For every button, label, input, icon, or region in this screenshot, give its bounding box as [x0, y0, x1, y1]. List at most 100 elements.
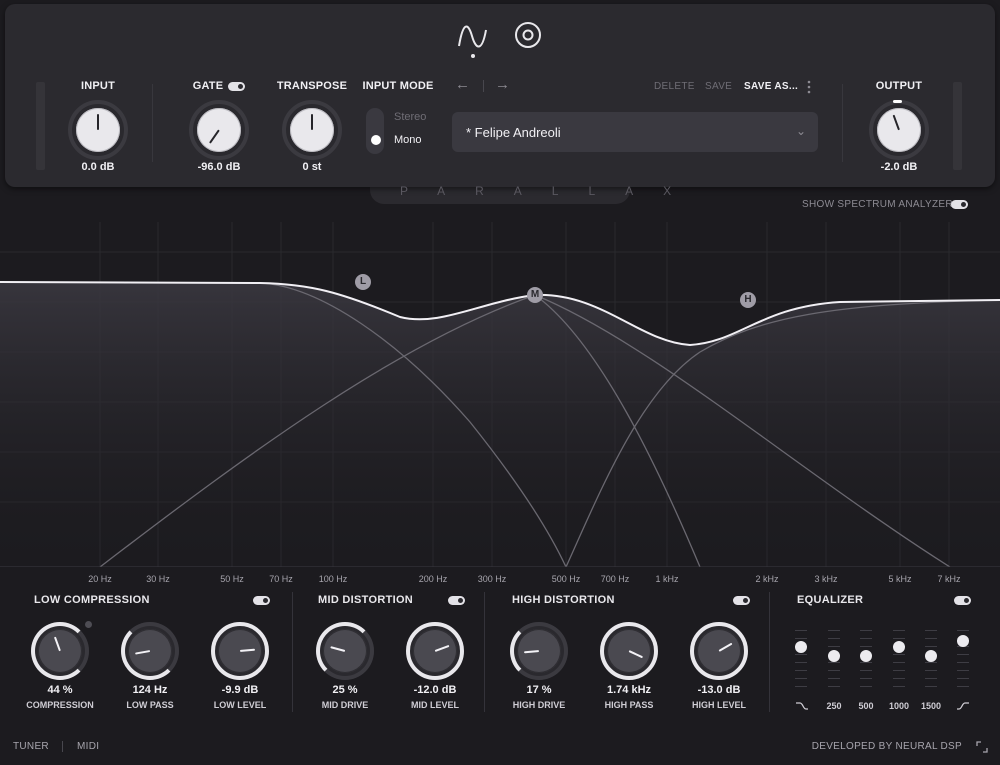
high-pass-value: 1.74 kHz — [606, 684, 652, 696]
developer-credit: DEVELOPED BY NEURAL DSP — [811, 741, 962, 752]
output-knob[interactable] — [869, 100, 929, 160]
low-pass-value: 124 Hz — [132, 684, 168, 696]
resize-handle-icon[interactable] — [976, 741, 988, 753]
freq-label: 3 kHz — [814, 574, 838, 584]
show-spectrum-toggle[interactable] — [951, 200, 968, 209]
mid-band-node[interactable]: M — [527, 287, 543, 303]
freq-label: 30 Hz — [146, 574, 170, 584]
freq-label: 70 Hz — [269, 574, 293, 584]
input-knob[interactable] — [68, 100, 128, 160]
panel-divider — [842, 84, 843, 162]
high-drive-value: 17 % — [526, 684, 552, 696]
transpose-label: TRANSPOSE — [276, 80, 348, 92]
freq-label: 7 kHz — [937, 574, 961, 584]
gate-label: GATE — [192, 80, 224, 92]
freq-label: 20 Hz — [88, 574, 112, 584]
input-label: INPUT — [81, 80, 115, 92]
high-drive-knob[interactable] — [510, 622, 568, 680]
low-pass-label: LOW PASS — [126, 700, 174, 710]
freq-label: 2 kHz — [755, 574, 779, 584]
eq-slider-high-shelf[interactable] — [957, 624, 969, 690]
low-compression-title: LOW COMPRESSION — [34, 594, 150, 606]
low-shelf-icon — [796, 702, 808, 710]
input-mode-label: INPUT MODE — [362, 80, 434, 92]
eq-slider-1500[interactable] — [925, 624, 937, 690]
mid-drive-knob[interactable] — [316, 622, 374, 680]
low-level-knob[interactable] — [211, 622, 269, 680]
sine-wave-icon[interactable] — [456, 20, 490, 60]
preset-selector[interactable]: * Felipe Andreoli ⌄ — [452, 112, 818, 152]
freq-label: 1 kHz — [655, 574, 679, 584]
delete-button[interactable]: DELETE — [654, 81, 695, 92]
mid-drive-label: MID DRIVE — [321, 700, 369, 710]
mid-level-label: MID LEVEL — [410, 700, 459, 710]
eq-slider-1000[interactable] — [893, 624, 905, 690]
more-options-icon[interactable] — [806, 80, 812, 94]
input-meter — [36, 82, 45, 170]
compression-knob[interactable] — [31, 622, 89, 680]
mid-level-value: -12.0 dB — [413, 684, 457, 696]
panel-divider — [152, 84, 153, 162]
freq-label: 500 Hz — [551, 574, 581, 584]
target-icon[interactable] — [513, 20, 543, 50]
midi-button[interactable]: MIDI — [77, 741, 99, 752]
tuner-button[interactable]: TUNER — [13, 741, 49, 752]
high-distortion-toggle[interactable] — [733, 596, 750, 605]
mid-drive-value: 25 % — [332, 684, 358, 696]
freq-label: 5 kHz — [888, 574, 912, 584]
mid-distortion-title: MID DISTORTION — [318, 594, 414, 606]
freq-label: 50 Hz — [220, 574, 244, 584]
save-as-button[interactable]: SAVE AS... — [744, 81, 798, 92]
high-pass-knob[interactable] — [600, 622, 658, 680]
transpose-value: 0 st — [302, 161, 322, 173]
eq-label-1000: 1000 — [888, 701, 910, 711]
input-mode-switch[interactable] — [366, 108, 384, 154]
eq-slider-low-shelf[interactable] — [795, 624, 807, 690]
high-distortion-title: HIGH DISTORTION — [512, 594, 615, 606]
high-drive-label: HIGH DRIVE — [512, 700, 566, 710]
nav-divider — [483, 80, 484, 92]
output-peak-indicator — [893, 100, 902, 103]
freq-label: 300 Hz — [477, 574, 507, 584]
low-pass-knob[interactable] — [121, 622, 179, 680]
equalizer-toggle[interactable] — [954, 596, 971, 605]
high-level-label: HIGH LEVEL — [691, 700, 746, 710]
eq-label-500: 500 — [858, 701, 874, 711]
input-mode-indicator — [371, 135, 381, 145]
compression-label: COMPRESSION — [26, 700, 94, 710]
high-level-knob[interactable] — [690, 622, 748, 680]
gate-value: -96.0 dB — [197, 161, 241, 173]
input-value: 0.0 dB — [81, 161, 115, 173]
eq-label-250: 250 — [826, 701, 842, 711]
preset-forward-button[interactable]: → — [495, 76, 510, 93]
freq-label: 700 Hz — [600, 574, 630, 584]
equalizer-title: EQUALIZER — [797, 594, 864, 606]
top-panel — [5, 4, 995, 187]
preset-back-button[interactable]: ← — [455, 76, 470, 93]
gate-knob[interactable] — [189, 100, 249, 160]
crossover-graph[interactable] — [0, 222, 1000, 567]
save-button[interactable]: SAVE — [705, 81, 732, 92]
brand-logo: PARALLAX — [400, 184, 702, 198]
low-compression-toggle[interactable] — [253, 596, 270, 605]
high-band-node[interactable]: H — [740, 292, 756, 308]
output-value: -2.0 dB — [880, 161, 918, 173]
low-band-node[interactable]: L — [355, 274, 371, 290]
high-pass-label: HIGH PASS — [604, 700, 654, 710]
compression-value: 44 % — [47, 684, 73, 696]
show-spectrum-label: SHOW SPECTRUM ANALYZER — [802, 199, 953, 210]
eq-slider-250[interactable] — [828, 624, 840, 690]
high-level-value: -13.0 dB — [697, 684, 741, 696]
eq-slider-500[interactable] — [860, 624, 872, 690]
input-mode-mono[interactable]: Mono — [394, 134, 422, 146]
low-level-value: -9.9 dB — [221, 684, 259, 696]
mid-level-knob[interactable] — [406, 622, 464, 680]
footer-divider — [62, 741, 63, 752]
high-shelf-icon — [957, 702, 969, 710]
section-divider — [769, 592, 770, 712]
input-mode-stereo[interactable]: Stereo — [394, 111, 426, 123]
freq-label: 100 Hz — [318, 574, 348, 584]
transpose-knob[interactable] — [282, 100, 342, 160]
gate-toggle[interactable] — [228, 82, 245, 91]
mid-distortion-toggle[interactable] — [448, 596, 465, 605]
